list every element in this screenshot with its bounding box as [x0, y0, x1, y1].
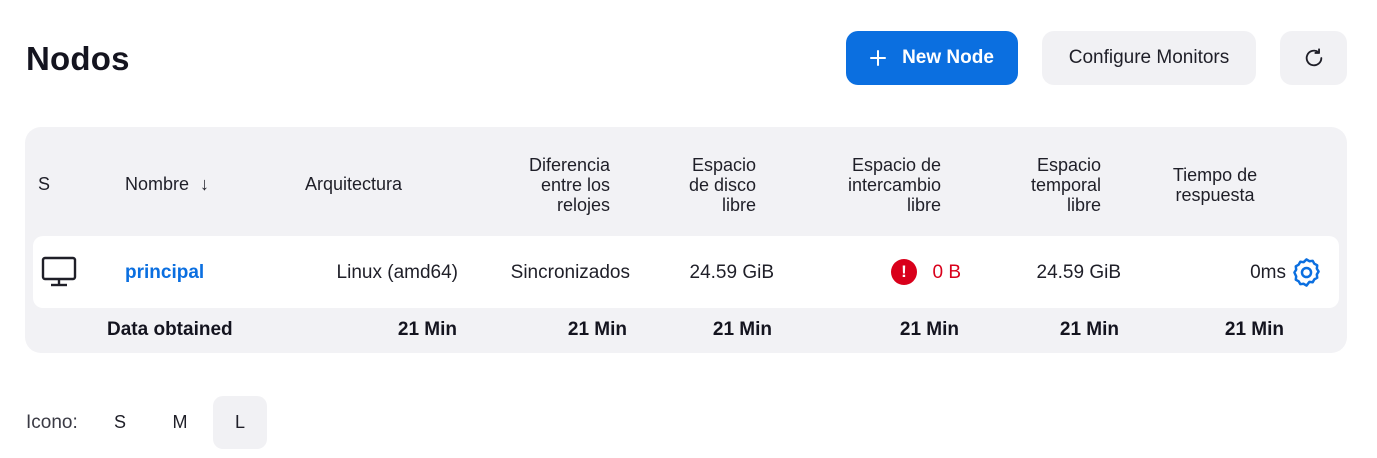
header-status[interactable]: S — [38, 174, 50, 194]
header-line: relojes — [556, 195, 610, 215]
header-name[interactable]: Nombre ↓ — [125, 174, 209, 194]
header-line: respuesta — [1175, 185, 1255, 205]
page-title: Nodos — [26, 40, 130, 77]
sort-down-icon: ↓ — [200, 174, 210, 194]
node-architecture: Linux (amd64) — [336, 262, 458, 283]
new-node-button[interactable]: New Node — [846, 31, 1018, 85]
header-line: Espacio — [691, 155, 756, 175]
header-line: Tiempo de — [1172, 165, 1258, 185]
new-node-label: New Node — [902, 47, 994, 68]
header-line: Espacio — [1036, 155, 1101, 175]
computer-icon — [41, 256, 77, 287]
header-line: intercambio — [847, 175, 941, 195]
icon-size-s-button[interactable]: S — [93, 396, 147, 449]
header-line: libre — [721, 195, 756, 215]
node-disk-space: 24.59 GiB — [689, 262, 775, 283]
header-disk-space[interactable]: Espacio de disco libre — [645, 155, 756, 215]
icon-size-l-button[interactable]: L — [213, 396, 267, 449]
footer-architecture-age: 21 Min — [397, 319, 457, 340]
footer-swap-age: 21 Min — [899, 319, 959, 340]
header-response-time[interactable]: Tiempo de respuesta — [1150, 165, 1280, 205]
node-clock-difference: Sincronizados — [510, 262, 630, 283]
header-line: de disco — [688, 175, 756, 195]
header-line: entre los — [540, 175, 610, 195]
header-name-label: Nombre — [125, 174, 190, 194]
header-line: libre — [906, 195, 941, 215]
footer-label: Data obtained — [107, 319, 233, 340]
header-line: Espacio de — [851, 155, 941, 175]
node-swap-space: 0 B — [932, 262, 961, 283]
icon-size-label: Icono: — [26, 412, 78, 433]
header-line: libre — [1066, 195, 1101, 215]
footer-disk-age: 21 Min — [712, 319, 772, 340]
footer-clock-age: 21 Min — [567, 319, 627, 340]
configure-monitors-label: Configure Monitors — [1068, 47, 1230, 68]
header-architecture[interactable]: Arquitectura — [305, 174, 402, 194]
table-row[interactable]: principal Linux (amd64) Sincronizados 24… — [33, 236, 1339, 308]
node-response-time: 0ms — [1250, 262, 1286, 283]
header-temp-space[interactable]: Espacio temporal libre — [985, 155, 1101, 215]
header-clock-difference[interactable]: Diferencia entre los relojes — [480, 155, 610, 215]
refresh-button[interactable] — [1280, 31, 1347, 85]
refresh-icon — [1305, 48, 1322, 67]
plus-icon — [870, 50, 887, 66]
node-name-link[interactable]: principal — [125, 262, 204, 284]
header-swap-space[interactable]: Espacio de intercambio libre — [805, 155, 941, 215]
footer-response-age: 21 Min — [1224, 319, 1284, 340]
header-line: Diferencia — [528, 155, 610, 175]
nodes-table: S Nombre ↓ Arquitectura Diferencia entre… — [25, 127, 1347, 353]
configure-monitors-button[interactable]: Configure Monitors — [1042, 31, 1256, 85]
icon-size-m-button[interactable]: M — [153, 396, 207, 449]
header-line: temporal — [1030, 175, 1101, 195]
node-temp-space: 24.59 GiB — [1036, 262, 1122, 283]
footer-temp-age: 21 Min — [1059, 319, 1119, 340]
gear-icon[interactable] — [1290, 256, 1323, 289]
